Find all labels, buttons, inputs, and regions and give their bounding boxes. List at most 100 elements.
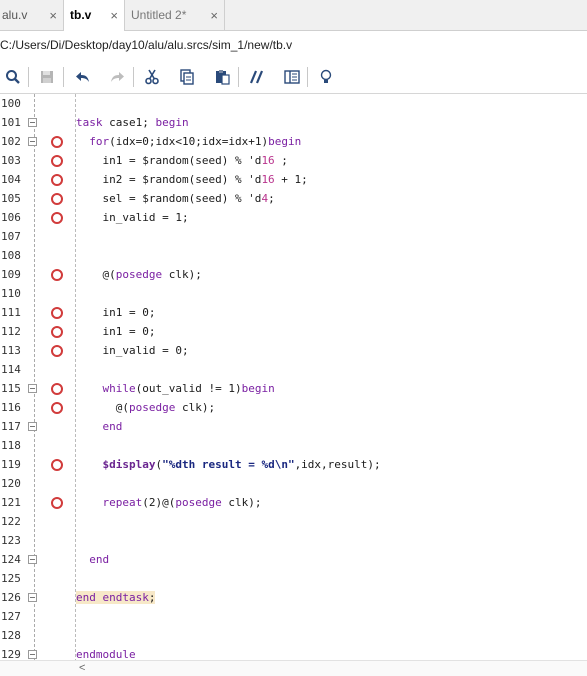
line-number: 128 [1,629,21,642]
line-number: 105 [1,192,21,205]
breakpoint-icon[interactable] [51,459,63,471]
code-line[interactable]: sel = $random(seed) % 'd4; [76,192,275,205]
line-number: 107 [1,230,21,243]
code-line[interactable]: $display("%dth result = %d\n",idx,result… [76,458,381,471]
line-number: 119 [1,458,21,471]
code-text: end [102,420,123,433]
line-number: 112 [1,325,21,338]
tab-label: tb.v [70,8,92,22]
cut-icon[interactable] [141,66,163,88]
breakpoint-icon[interactable] [51,155,63,167]
line-number: 109 [1,268,21,281]
breakpoint-icon[interactable] [51,497,63,509]
redo-icon[interactable] [106,66,128,88]
code-text: $display("%dth result = %d\n",idx,result… [102,458,381,471]
line-number: 113 [1,344,21,357]
breakpoint-icon[interactable] [51,307,63,319]
line-number: 116 [1,401,21,414]
fold-icon[interactable] [28,384,37,393]
line-number: 126 [1,591,21,604]
code-line[interactable]: for(idx=0;idx<10;idx=idx+1)begin [76,135,301,148]
code-editor[interactable]: 100 101 task case1; begin 102 for(idx=0;idx… [0,94,587,662]
code-text: in_valid = 1; [76,211,189,224]
undo-icon[interactable] [72,66,94,88]
file-path: C:/Users/Di/Desktop/day10/alu/alu.srcs/s… [0,38,293,52]
code-line[interactable]: end [76,420,123,433]
line-number: 122 [1,515,21,528]
line-number: 125 [1,572,21,585]
code-line[interactable]: end [76,553,109,566]
code-line[interactable]: in_valid = 1; [76,211,189,224]
line-number: 117 [1,420,21,433]
code-line[interactable]: end endtask; [76,591,156,604]
breakpoint-icon[interactable] [51,402,63,414]
breakpoint-icon[interactable] [51,136,63,148]
code-line[interactable]: in1 = 0; [76,306,155,319]
lightbulb-icon[interactable] [315,66,337,88]
line-number: 102 [1,135,21,148]
search-icon[interactable] [2,66,24,88]
close-icon[interactable]: × [110,8,118,23]
breakpoint-icon[interactable] [51,383,63,395]
line-number: 110 [1,287,21,300]
code-line[interactable]: in1 = 0; [76,325,155,338]
breakpoint-icon[interactable] [51,212,63,224]
line-number: 121 [1,496,21,509]
code-text: while(out_valid != 1)begin [102,382,275,395]
code-line[interactable]: in2 = $random(seed) % 'd16 + 1; [76,173,307,186]
line-number: 100 [1,97,21,110]
line-number: 115 [1,382,21,395]
line-number: 118 [1,439,21,452]
breakpoint-icon[interactable] [51,193,63,205]
tab-label: alu.v [2,8,28,22]
line-number: 108 [1,249,21,262]
code-text: sel = $random(seed) % 'd4; [76,192,275,205]
code-text: end endtask; [76,591,156,604]
code-line[interactable]: in_valid = 0; [76,344,189,357]
columns-icon[interactable] [281,66,303,88]
tab-alu-v[interactable]: alu.v × [0,0,63,30]
fold-icon[interactable] [28,593,37,602]
code-line[interactable]: while(out_valid != 1)begin [76,382,275,395]
code-text: in1 = $random(seed) % 'd16 ; [76,154,288,167]
line-number: 124 [1,553,21,566]
fold-icon[interactable] [28,422,37,431]
code-line[interactable]: @(posedge clk); [76,401,215,414]
close-icon[interactable]: × [210,8,218,23]
line-number: 103 [1,154,21,167]
fold-icon[interactable] [28,118,37,127]
line-number: 120 [1,477,21,490]
copy-icon[interactable] [176,66,198,88]
code-line[interactable]: task case1; begin [76,116,189,129]
code-text: in_valid = 0; [76,344,189,357]
line-number: 106 [1,211,21,224]
fold-icon[interactable] [28,555,37,564]
tab-tb-v[interactable]: tb.v × [63,0,125,31]
breakpoint-icon[interactable] [51,174,63,186]
code-text: end [89,553,110,566]
tab-bar: alu.v × tb.v × Untitled 2* × [0,0,587,31]
code-line[interactable]: in1 = $random(seed) % 'd16 ; [76,154,288,167]
line-number: 127 [1,610,21,623]
line-number: 101 [1,116,21,129]
code-text: repeat(2)@(posedge clk); [102,496,262,509]
fold-icon[interactable] [28,650,37,659]
save-icon[interactable] [36,66,58,88]
line-number: 114 [1,363,21,376]
fold-icon[interactable] [28,137,37,146]
scroll-left-icon[interactable]: < [79,662,85,674]
comment-icon[interactable] [246,66,268,88]
code-text: @(posedge clk); [76,401,216,414]
breakpoint-icon[interactable] [51,326,63,338]
horizontal-scrollbar[interactable]: < [0,660,587,676]
code-text: for(idx=0;idx<10;idx=idx+1)begin [89,135,302,148]
close-icon[interactable]: × [49,8,57,23]
breakpoint-icon[interactable] [51,345,63,357]
code-line[interactable]: repeat(2)@(posedge clk); [76,496,262,509]
code-line[interactable]: @(posedge clk); [76,268,201,281]
line-number: 111 [1,306,21,319]
tab-untitled-2[interactable]: Untitled 2* × [125,0,225,30]
breakpoint-icon[interactable] [51,269,63,281]
paste-icon[interactable] [211,66,233,88]
code-text: in1 = 0; [76,306,156,319]
